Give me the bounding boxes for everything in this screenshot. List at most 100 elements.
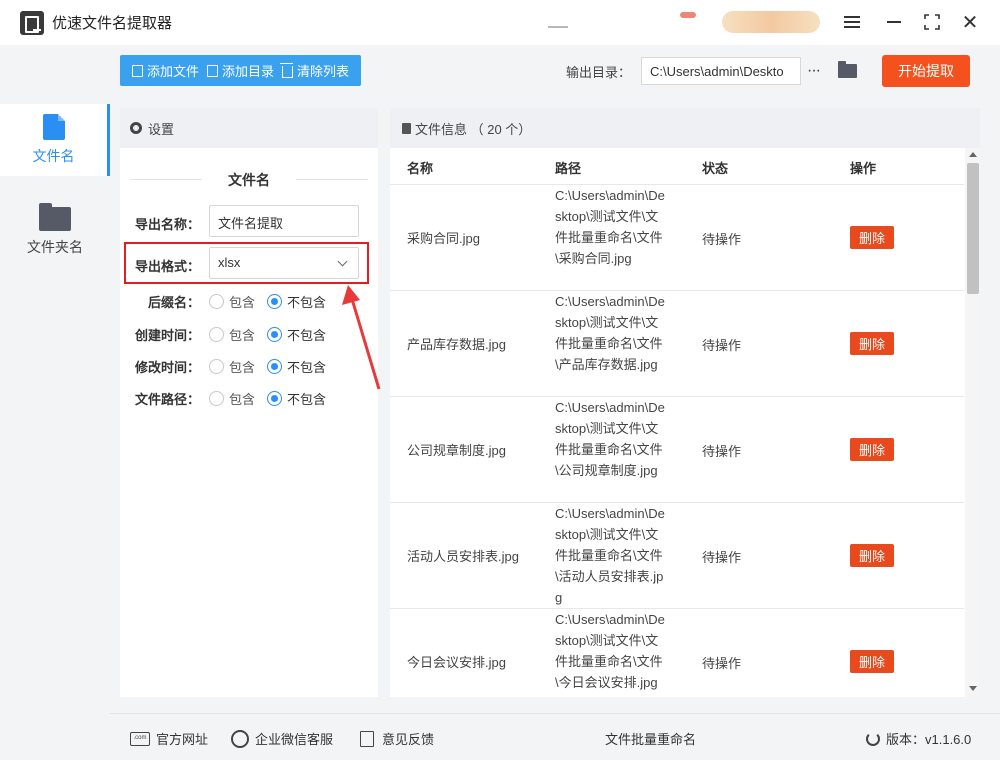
folder-icon bbox=[207, 64, 219, 77]
file-path-cell: C:\Users\admin\Desktop\测试文件\文件批量重命名\文件\今… bbox=[555, 612, 665, 690]
add-directory-button[interactable]: 添加目录 bbox=[207, 61, 274, 80]
suffix-include-radio[interactable] bbox=[209, 294, 224, 309]
table-row[interactable]: 公司规章制度.jpg C:\Users\admin\Desktop\测试文件\文… bbox=[390, 397, 964, 503]
settings-title: 设置 bbox=[148, 121, 175, 137]
scroll-up-icon[interactable] bbox=[969, 152, 977, 157]
menu-icon[interactable] bbox=[840, 10, 864, 34]
official-website-link[interactable]: .com 官方网址 bbox=[130, 729, 208, 748]
feedback-link[interactable]: 意见反馈 bbox=[360, 729, 434, 748]
created-include-radio[interactable] bbox=[209, 327, 224, 342]
wechat-support-label: 企业微信客服 bbox=[255, 732, 334, 747]
file-path-cell: C:\Users\admin\Desktop\测试文件\文件批量重命名\文件\活… bbox=[555, 506, 665, 605]
column-header-path[interactable]: 路径 bbox=[555, 158, 581, 177]
created-time-radio-group: 包含 不包含 bbox=[209, 325, 338, 344]
modified-time-label: 修改时间： bbox=[135, 360, 201, 375]
modified-include-radio[interactable] bbox=[209, 359, 224, 374]
file-name-cell: 公司规章制度.jpg bbox=[407, 442, 506, 458]
add-file-label: 添加文件 bbox=[147, 64, 200, 79]
nav-item-foldername[interactable]: 文件夹名 bbox=[0, 195, 110, 267]
section-title: 文件名 bbox=[120, 170, 378, 190]
left-nav: 文件名 文件夹名 bbox=[0, 45, 110, 760]
created-time-label: 创建时间： bbox=[135, 328, 201, 343]
include-label: 包含 bbox=[229, 295, 256, 310]
column-header-name[interactable]: 名称 bbox=[407, 158, 433, 177]
minimize-icon[interactable] bbox=[882, 10, 906, 34]
close-icon[interactable]: ✕ bbox=[958, 10, 982, 34]
web-icon: .com bbox=[130, 731, 150, 746]
gear-icon bbox=[130, 122, 142, 134]
table-row[interactable]: 产品库存数据.jpg C:\Users\admin\Desktop\测试文件\文… bbox=[390, 291, 964, 397]
wechat-support-link[interactable]: 企业微信客服 bbox=[231, 729, 333, 748]
suffix-label: 后缀名： bbox=[148, 295, 201, 310]
clear-list-button[interactable]: 清除列表 bbox=[280, 61, 350, 80]
title-bar: 优速文件名提取器 ✕ bbox=[0, 0, 1000, 45]
file-name-cell: 今日会议安排.jpg bbox=[407, 654, 506, 670]
toolbar: 添加文件 添加目录 清除列表 输出目录： C:\Users\admin\Desk… bbox=[110, 45, 1000, 98]
export-format-label: 导出格式： bbox=[135, 259, 201, 274]
feedback-label: 意见反馈 bbox=[382, 732, 435, 747]
file-name-cell: 采购合同.jpg bbox=[407, 230, 480, 246]
created-exclude-radio[interactable] bbox=[267, 327, 283, 342]
export-format-value: xlsx bbox=[218, 255, 241, 270]
nav-item-filename[interactable]: 文件名 bbox=[0, 104, 110, 176]
file-info-panel: 文件信息 （ 20 个） 名称 路径 状态 操作 采购合同.jpg C:\Use… bbox=[390, 108, 980, 697]
table-row[interactable]: 采购合同.jpg C:\Users\admin\Desktop\测试文件\文件批… bbox=[390, 185, 964, 291]
file-path-radio-group: 包含 不包含 bbox=[209, 389, 338, 408]
file-info-title: 文件信息 （ 20 个） bbox=[415, 121, 532, 137]
exclude-label: 不包含 bbox=[287, 360, 327, 375]
file-info-header: 文件信息 （ 20 个） bbox=[390, 108, 980, 148]
sync-icon[interactable] bbox=[548, 18, 568, 28]
add-file-button[interactable]: 添加文件 bbox=[132, 61, 199, 80]
file-name-cell: 产品库存数据.jpg bbox=[407, 336, 506, 352]
output-dir-label: 输出目录： bbox=[566, 65, 632, 80]
file-icon bbox=[132, 64, 143, 77]
column-header-status[interactable]: 状态 bbox=[702, 158, 728, 177]
status-cell: 待操作 bbox=[702, 549, 742, 565]
delete-button[interactable]: 删除 bbox=[850, 438, 894, 461]
delete-button[interactable]: 删除 bbox=[850, 332, 894, 355]
scroll-thumb[interactable] bbox=[967, 163, 979, 294]
file-path-cell: C:\Users\admin\Desktop\测试文件\文件批量重命名\文件\公… bbox=[555, 400, 665, 478]
document-icon bbox=[402, 122, 411, 134]
delete-button[interactable]: 删除 bbox=[850, 650, 894, 673]
suffix-radio-group: 包含 不包含 bbox=[209, 292, 338, 311]
modified-exclude-radio[interactable] bbox=[267, 359, 283, 374]
table-row[interactable]: 今日会议安排.jpg C:\Users\admin\Desktop\测试文件\文… bbox=[390, 609, 964, 697]
delete-button[interactable]: 删除 bbox=[850, 544, 894, 567]
promo-badge[interactable] bbox=[722, 11, 820, 33]
footer: .com 官方网址 企业微信客服 意见反馈 文件批量重命名 版本：v1.1.6.… bbox=[110, 713, 1000, 760]
delete-button[interactable]: 删除 bbox=[850, 226, 894, 249]
notification-icon[interactable] bbox=[680, 12, 696, 18]
maximize-icon[interactable] bbox=[920, 10, 944, 34]
version-info[interactable]: 版本：v1.1.6.0 bbox=[866, 729, 971, 748]
path-exclude-radio[interactable] bbox=[267, 391, 283, 406]
column-header-action[interactable]: 操作 bbox=[850, 158, 876, 177]
refresh-icon bbox=[866, 731, 880, 746]
more-options-button[interactable]: ··· bbox=[807, 57, 827, 85]
vertical-scrollbar[interactable] bbox=[965, 148, 980, 697]
path-include-radio[interactable] bbox=[209, 391, 224, 406]
app-logo-icon bbox=[20, 10, 44, 35]
status-cell: 待操作 bbox=[702, 231, 742, 247]
folder-icon bbox=[39, 203, 71, 231]
feedback-icon bbox=[360, 730, 374, 747]
chevron-down-icon bbox=[337, 256, 348, 267]
output-dir-input[interactable]: C:\Users\admin\Deskto bbox=[641, 57, 801, 85]
suffix-exclude-radio[interactable] bbox=[267, 294, 283, 309]
export-name-label: 导出名称： bbox=[135, 217, 201, 232]
export-name-input[interactable]: 文件名提取 bbox=[209, 205, 359, 237]
clear-list-label: 清除列表 bbox=[297, 64, 350, 79]
include-label: 包含 bbox=[229, 328, 256, 343]
modified-time-radio-group: 包含 不包含 bbox=[209, 357, 338, 376]
file-path-cell: C:\Users\admin\Desktop\测试文件\文件批量重命名\文件\产… bbox=[555, 294, 665, 372]
export-format-select[interactable]: xlsx bbox=[209, 247, 359, 279]
include-label: 包含 bbox=[229, 360, 256, 375]
start-extract-button[interactable]: 开始提取 bbox=[882, 55, 970, 87]
exclude-label: 不包含 bbox=[287, 392, 327, 407]
table-row[interactable]: 活动人员安排表.jpg C:\Users\admin\Desktop\测试文件\… bbox=[390, 503, 964, 609]
wechat-icon bbox=[231, 729, 249, 748]
settings-panel: 设置 文件名 导出名称： 文件名提取 导出格式： xlsx 后缀名： 包含 不包… bbox=[120, 108, 378, 697]
official-website-label: 官方网址 bbox=[156, 732, 209, 747]
scroll-down-icon[interactable] bbox=[969, 686, 977, 691]
open-folder-icon[interactable] bbox=[838, 61, 857, 78]
